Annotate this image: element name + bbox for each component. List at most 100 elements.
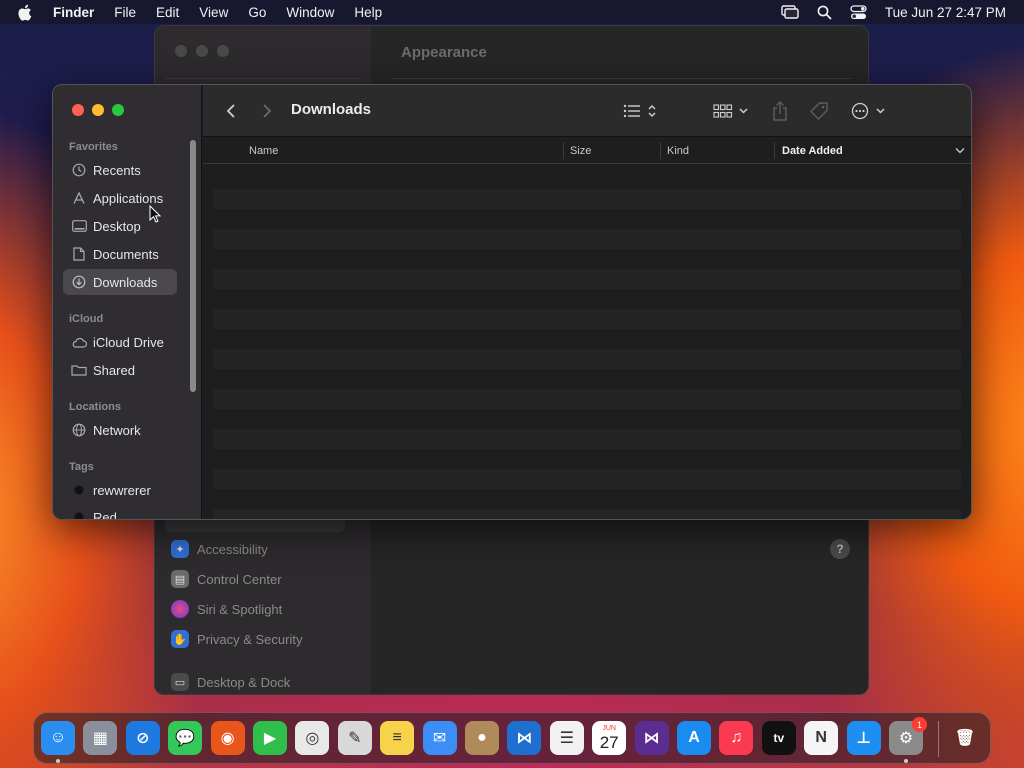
empty-row-stripe (213, 229, 961, 249)
sidebar-item-label: Applications (93, 190, 164, 206)
reminders-icon[interactable]: ☰ (549, 721, 584, 755)
help-button[interactable]: ? (830, 539, 850, 559)
empty-row-stripe (213, 429, 961, 449)
sort-chevron-down-icon[interactable] (955, 137, 965, 164)
sidebar-item-shared[interactable]: Shared (63, 357, 177, 383)
news-icon[interactable]: N (804, 721, 839, 755)
settings-item-siri-spotlight[interactable]: Siri & Spotlight (171, 597, 282, 621)
apple-menu-icon[interactable] (17, 4, 39, 21)
menu-window[interactable]: Window (286, 5, 334, 20)
app-store-icon[interactable]: A (677, 721, 711, 755)
tags-button[interactable] (807, 85, 831, 137)
close-button[interactable] (72, 104, 84, 116)
calendar-day-label: 27 (599, 732, 619, 752)
running-indicator-dot (56, 759, 60, 763)
column-separator[interactable] (774, 142, 775, 159)
sidebar-item-documents[interactable]: Documents (63, 241, 177, 267)
vscode-icon[interactable]: ⋈ (507, 721, 542, 755)
sidebar-item-downloads[interactable]: Downloads (63, 269, 177, 295)
sidebar-scrollbar[interactable] (190, 140, 196, 392)
empty-row-stripe (213, 189, 961, 209)
tag-icon (810, 102, 828, 120)
menu-file[interactable]: File (114, 5, 136, 20)
back-button[interactable] (221, 85, 241, 137)
menu-clock[interactable]: Tue Jun 27 2:47 PM (885, 5, 1006, 20)
cloud-icon (71, 334, 87, 350)
safari-icon[interactable]: ⊘ (125, 721, 160, 755)
more-actions-button[interactable] (849, 85, 889, 137)
settings-item-label: Privacy & Security (197, 631, 303, 647)
sidebar-tag-red[interactable]: Red (63, 504, 177, 519)
list-view-icon (623, 104, 656, 118)
sidebar-item-label: Downloads (93, 274, 158, 290)
script-editor-icon[interactable]: ✎ (337, 721, 372, 755)
menu-view[interactable]: View (199, 5, 228, 20)
settings-item-desktop-dock[interactable]: ▭ Desktop & Dock (171, 670, 290, 694)
spotlight-search-icon[interactable] (817, 5, 832, 20)
sidebar-item-network[interactable]: Network (63, 417, 177, 443)
menu-edit[interactable]: Edit (156, 5, 179, 20)
notes-icon[interactable]: ≡ (380, 721, 415, 755)
empty-row-stripe (213, 469, 961, 489)
settings-item-accessibility[interactable]: ✦ Accessibility (171, 537, 268, 561)
globe-icon (71, 422, 87, 438)
share-button[interactable] (769, 85, 791, 137)
zoom-button[interactable] (112, 104, 124, 116)
control-center-icon[interactable] (850, 4, 867, 20)
column-date-added[interactable]: Date Added (782, 137, 843, 164)
keynote-icon[interactable]: ⊥ (846, 721, 881, 755)
ellipsis-circle-icon (851, 102, 885, 120)
finder-window: Favorites Recents Applications Desktop D… (52, 84, 972, 520)
forward-button[interactable] (257, 85, 277, 137)
column-size[interactable]: Size (570, 137, 591, 164)
view-mode-list-button[interactable] (621, 85, 661, 137)
tv-icon[interactable]: tv (761, 721, 796, 755)
tag-color-dot (74, 485, 84, 495)
visual-studio-icon[interactable]: ⋈ (634, 721, 669, 755)
contacts-icon[interactable]: ● (465, 721, 499, 755)
screen-mirroring-icon[interactable] (781, 5, 799, 19)
dock-separator (938, 721, 939, 757)
column-name[interactable]: Name (249, 137, 278, 164)
settings-item-privacy-security[interactable]: ✋ Privacy & Security (171, 627, 302, 651)
column-kind[interactable]: Kind (667, 137, 689, 164)
chrome-icon[interactable]: ◎ (295, 721, 330, 755)
settings-icon[interactable]: ⚙ 1 (889, 717, 927, 755)
sidebar-tag-rewwrerer[interactable]: rewwrerer (63, 477, 177, 503)
close-button-inactive[interactable] (175, 45, 187, 57)
settings-item-label: Control Center (197, 571, 282, 587)
sidebar-item-recents[interactable]: Recents (63, 157, 177, 183)
zoom-button-inactive[interactable] (217, 45, 229, 57)
clock-icon (71, 162, 87, 178)
settings-item-control-center[interactable]: ▤ Control Center (171, 567, 282, 591)
menu-app-name[interactable]: Finder (53, 5, 94, 20)
facetime-icon[interactable]: ▶ (253, 721, 287, 755)
menu-bar: Finder File Edit View Go Window Help Tue… (0, 0, 1024, 24)
empty-row-stripe (213, 269, 961, 289)
file-list[interactable] (213, 189, 961, 519)
desktop-icon (71, 218, 87, 234)
music-icon[interactable]: ♫ (719, 721, 754, 755)
launchpad-icon[interactable]: ▦ (83, 721, 118, 755)
menu-help[interactable]: Help (354, 5, 382, 20)
calendar-month-label: JUN (602, 724, 616, 732)
column-separator[interactable] (660, 142, 661, 159)
firefox-icon[interactable]: ◉ (210, 721, 245, 755)
sidebar-item-icloud-drive[interactable]: iCloud Drive (63, 329, 177, 355)
menu-go[interactable]: Go (248, 5, 266, 20)
sidebar-item-label: Recents (93, 162, 141, 178)
trash-icon[interactable]: 🗑 (948, 721, 982, 755)
finder-icon[interactable]: ☺ (41, 721, 75, 755)
share-icon (773, 101, 787, 121)
minimize-button-inactive[interactable] (196, 45, 208, 57)
settings-item-label: Accessibility (197, 541, 268, 557)
control-center-icon: ▤ (171, 570, 189, 588)
mail-icon[interactable]: ✉ (422, 721, 457, 755)
window-title: Downloads (291, 101, 372, 118)
messages-icon[interactable]: 💬 (168, 721, 203, 755)
calendar-icon[interactable]: JUN 27 (592, 721, 627, 755)
minimize-button[interactable] (92, 104, 104, 116)
group-by-button[interactable] (711, 85, 751, 137)
column-separator[interactable] (563, 142, 564, 159)
finder-sidebar: Favorites Recents Applications Desktop D… (53, 85, 202, 519)
